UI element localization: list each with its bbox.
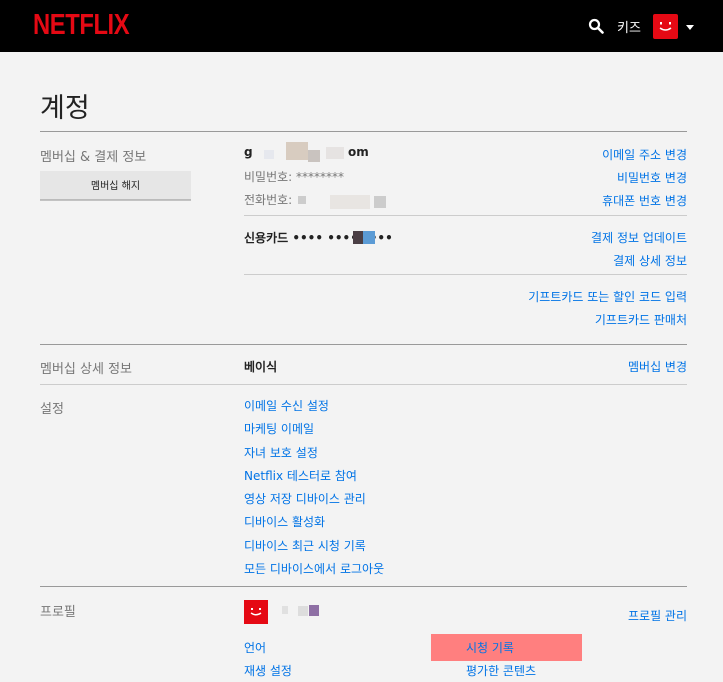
billing-details-link[interactable]: 결제 상세 정보 bbox=[613, 252, 687, 269]
redeem-gift-card-link[interactable]: 기프트카드 또는 할인 코드 입력 bbox=[528, 288, 687, 305]
settings-item-sign-out-all[interactable]: 모든 디바이스에서 로그아웃 bbox=[244, 560, 384, 577]
settings-item-test-participation[interactable]: Netflix 테스터로 참여 bbox=[244, 467, 357, 484]
card-redacted bbox=[353, 231, 363, 244]
divider bbox=[40, 131, 687, 132]
profile-avatar-icon bbox=[244, 600, 268, 624]
settings-item-recent-streaming[interactable]: 디바이스 최근 시청 기록 bbox=[244, 537, 366, 554]
gift-card-store-link[interactable]: 기프트카드 판매처 bbox=[595, 311, 687, 328]
avatar-icon[interactable] bbox=[653, 14, 678, 39]
search-icon[interactable] bbox=[588, 18, 604, 34]
settings-item-activate-device[interactable]: 디바이스 활성화 bbox=[244, 513, 325, 530]
settings-item-marketing-email[interactable]: 마케팅 이메일 bbox=[244, 420, 314, 437]
phone-redacted bbox=[298, 196, 306, 204]
change-phone-link[interactable]: 휴대폰 번호 변경 bbox=[602, 192, 687, 209]
playback-settings-link[interactable]: 재생 설정 bbox=[244, 662, 292, 679]
netflix-logo[interactable]: NETFLIX bbox=[33, 9, 130, 42]
membership-section-label: 멤버십 & 결제 정보 bbox=[40, 150, 147, 165]
email-redacted bbox=[326, 147, 344, 159]
profile-name-redacted bbox=[309, 605, 319, 616]
divider bbox=[244, 274, 687, 275]
settings-section-label: 설정 bbox=[40, 402, 64, 417]
plan-section-label: 멤버십 상세 정보 bbox=[40, 362, 132, 377]
language-link[interactable]: 언어 bbox=[244, 639, 266, 656]
manage-profiles-link[interactable]: 프로필 관리 bbox=[628, 607, 687, 624]
ratings-link[interactable]: 평가한 콘텐츠 bbox=[466, 662, 536, 679]
page-title: 계정 bbox=[40, 93, 90, 124]
divider bbox=[40, 586, 687, 587]
email-prefix: g bbox=[244, 145, 253, 159]
change-email-link[interactable]: 이메일 주소 변경 bbox=[602, 146, 687, 163]
password-masked: 비밀번호: ******** bbox=[244, 170, 345, 184]
viewing-activity-link[interactable]: 시청 기록 bbox=[466, 639, 514, 656]
divider bbox=[40, 384, 687, 385]
cancel-membership-button[interactable]: 멤버십 해지 bbox=[40, 171, 191, 200]
settings-item-communication[interactable]: 이메일 수신 설정 bbox=[244, 397, 329, 414]
profile-name-redacted bbox=[282, 606, 288, 614]
email-redacted bbox=[264, 150, 274, 159]
email-redacted bbox=[286, 142, 308, 160]
divider bbox=[244, 215, 687, 216]
card-redacted bbox=[363, 231, 375, 244]
divider bbox=[40, 344, 687, 345]
change-password-link[interactable]: 비밀번호 변경 bbox=[617, 169, 687, 186]
phone-redacted bbox=[330, 195, 370, 209]
settings-item-parental-controls[interactable]: 자녀 보호 설정 bbox=[244, 444, 318, 461]
update-payment-link[interactable]: 결제 정보 업데이트 bbox=[591, 229, 687, 246]
profile-name-redacted bbox=[298, 606, 308, 616]
caret-down-icon[interactable] bbox=[686, 25, 694, 30]
phone-label: 전화번호: bbox=[244, 193, 293, 207]
top-nav: NETFLIX 키즈 bbox=[0, 0, 723, 52]
change-plan-link[interactable]: 멤버십 변경 bbox=[628, 358, 687, 375]
phone-redacted bbox=[374, 196, 386, 208]
settings-item-download-devices[interactable]: 영상 저장 디바이스 관리 bbox=[244, 490, 366, 507]
plan-name: 베이식 bbox=[244, 360, 278, 374]
email-redacted bbox=[308, 150, 320, 162]
email-suffix: om bbox=[348, 145, 369, 159]
profile-section-label: 프로필 bbox=[40, 605, 76, 620]
kids-link[interactable]: 키즈 bbox=[617, 17, 641, 36]
